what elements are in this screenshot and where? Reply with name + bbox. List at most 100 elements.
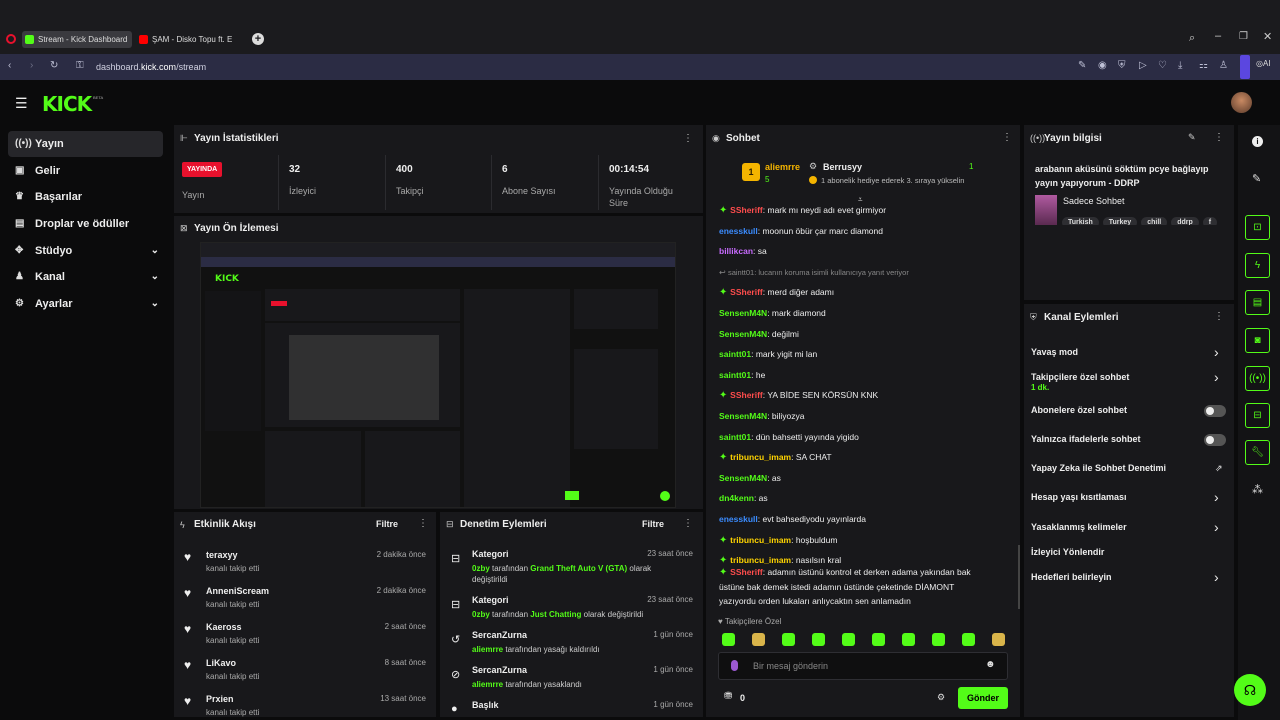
tab-youtube[interactable]: ŞAM - Disko Topu ft. E — [136, 31, 248, 48]
emote-icon[interactable] — [752, 633, 765, 646]
mic-icon[interactable] — [731, 660, 738, 671]
chat-username[interactable]: SSheriff — [730, 205, 763, 215]
pencil-icon[interactable]: ✎ — [1252, 172, 1261, 185]
sidebar-item-kanal[interactable]: ♟ Kanal ⌄ — [8, 264, 163, 290]
moderator-name[interactable]: aliemrre — [472, 680, 503, 689]
moderation-item[interactable]: ● Başlık 1 gün önce — [440, 699, 703, 717]
chat-message[interactable]: ✦ tribuncu_imam: hoşbuldum — [719, 535, 1014, 549]
rail-wrench-icon[interactable]: 🔧︎ — [1245, 440, 1270, 465]
sidebar-item-ayarlar[interactable]: ⚙ Ayarlar ⌄ — [8, 291, 163, 317]
emote-icon[interactable] — [842, 633, 855, 646]
minimize-icon[interactable]: – — [1215, 30, 1221, 42]
play-icon[interactable]: ▷ — [1139, 58, 1147, 74]
stream-tag[interactable]: Turkey — [1102, 217, 1138, 225]
chat-message[interactable]: SensenM4N: as — [719, 473, 1014, 487]
chat-message[interactable]: ✦ SSheriff: adamın üstünü kontrol et der… — [719, 565, 1014, 608]
opera-icon[interactable] — [6, 34, 16, 44]
chat-settings-icon[interactable]: ⚙ — [937, 692, 945, 703]
channel-action-item[interactable]: Yavaş mod › — [1024, 344, 1234, 371]
chat-username[interactable]: billikcan — [719, 246, 753, 256]
moderator-name[interactable]: 0zby — [472, 610, 490, 619]
chat-message[interactable]: saintt01: mark yigit mi lan — [719, 349, 1014, 363]
rail-apps-icon[interactable]: ⁂ — [1252, 483, 1263, 496]
stats-menu-icon[interactable]: ⋮ — [683, 133, 693, 144]
back-icon[interactable]: ‹ — [8, 58, 11, 74]
channel-action-item[interactable]: Abonelere özel sohbet — [1024, 405, 1234, 429]
chat-message[interactable]: ✦ SSheriff: YA BİDE SEN KÖRSÜN KNK — [719, 390, 1014, 404]
stream-tag[interactable]: Turkish — [1062, 217, 1099, 225]
extensions-icon[interactable]: ⚏ — [1199, 58, 1208, 74]
moderation-item[interactable]: ↺ SercanZurna 1 gün önce aliemrre tarafında… — [440, 629, 703, 665]
chat-message[interactable]: ✦ SSheriff: mark mı neydi adı evet girmi… — [719, 205, 1014, 219]
chat-username[interactable]: SSheriff — [730, 287, 763, 297]
chat-username[interactable]: SensenM4N — [719, 473, 767, 483]
chat-message[interactable]: ↩ saintt01: lucanın koruma isimli kullan… — [719, 267, 1014, 281]
edit-info-icon[interactable]: ✎ — [1188, 132, 1196, 143]
search-tabs-icon[interactable]: ⌕ — [1189, 32, 1195, 45]
shield-icon[interactable]: ⛨ — [1118, 58, 1126, 74]
chat-username[interactable]: SSheriff — [730, 390, 763, 400]
rail-broadcast-icon[interactable]: ((•)) — [1245, 366, 1270, 391]
sidebar-item-basarilar[interactable]: ♛ Başarılar — [8, 184, 163, 210]
download-icon[interactable]: ⤓ — [1178, 58, 1182, 74]
chat-message[interactable]: saintt01: he — [719, 370, 1014, 384]
chat-username[interactable]: saintt01 — [719, 349, 751, 359]
rail-document-icon[interactable]: ▤ — [1245, 290, 1270, 315]
reload-icon[interactable]: ↻ — [50, 58, 58, 74]
chat-username[interactable]: SSheriff — [730, 567, 763, 577]
rail-chat-icon[interactable]: ◙ — [1245, 328, 1270, 353]
send-button[interactable]: Gönder — [958, 687, 1008, 709]
channel-action-item[interactable]: İzleyici Yönlendir — [1024, 547, 1234, 571]
sidebar-item-droplar[interactable]: ▤ Droplar ve ödüller — [8, 211, 163, 237]
chat-username[interactable]: saintt01 — [719, 370, 751, 380]
emote-icon[interactable] — [962, 633, 975, 646]
chat-username[interactable]: SensenM4N — [719, 308, 767, 318]
info-menu-icon[interactable]: ⋮ — [1214, 132, 1224, 143]
chat-username[interactable]: enesskull — [719, 226, 758, 236]
top-gifter-name[interactable]: aliemrre — [765, 162, 800, 172]
chat-username[interactable]: tribuncu_imam — [730, 452, 791, 462]
chat-username[interactable]: SensenM4N — [719, 411, 767, 421]
moderator-name[interactable]: 0zby — [472, 564, 490, 573]
emote-icon[interactable] — [992, 633, 1005, 646]
user-avatar[interactable] — [1231, 92, 1252, 113]
moderation-item[interactable]: ⊘ SercanZurna 1 gün önce aliemrre tarafında… — [440, 664, 703, 700]
stream-preview-video[interactable]: KICK — [200, 242, 676, 508]
forward-icon[interactable]: › — [30, 58, 33, 74]
emoji-picker-icon[interactable]: ☻ — [985, 659, 996, 670]
sidebar-item-yayin[interactable]: ((•)) Yayın — [8, 131, 163, 157]
actions-menu-icon[interactable]: ⋮ — [1214, 311, 1224, 322]
help-button[interactable]: ☊ — [1234, 674, 1266, 706]
activity-filter-button[interactable]: Filtre — [376, 519, 398, 529]
rail-bolt-icon[interactable]: ϟ — [1245, 253, 1270, 278]
chat-message[interactable]: ✦ tribuncu_imam: SA CHAT — [719, 452, 1014, 466]
stream-tag[interactable]: f — [1202, 217, 1218, 225]
stream-tag[interactable]: ddrp — [1171, 217, 1199, 225]
emote-icon[interactable] — [782, 633, 795, 646]
maximize-icon[interactable]: ❐ — [1239, 31, 1248, 42]
list-item[interactable]: ♥ LiKavo kanalı takip etti 8 saat önce — [174, 656, 436, 690]
ai-button[interactable]: ◎AI — [1256, 59, 1271, 68]
channel-action-item[interactable]: Hesap yaşı kısıtlaması › — [1024, 489, 1234, 516]
channel-action-item[interactable]: Yasaklanmış kelimeler › — [1024, 519, 1234, 546]
list-item[interactable]: ♥ AnneniScream kanalı takip etti 2 dakika ö… — [174, 584, 436, 618]
moderator-name[interactable]: aliemrre — [472, 645, 503, 654]
channel-action-item[interactable]: Yapay Zeka ile Sohbet Denetimi ⇗ — [1024, 463, 1234, 487]
profile-icon[interactable]: ♙ — [1219, 58, 1228, 74]
info-icon[interactable]: i — [1252, 136, 1263, 147]
rail-preview-icon[interactable]: ⊡ — [1245, 215, 1270, 240]
activity-menu-icon[interactable]: ⋮ — [418, 518, 428, 529]
emote-icon[interactable] — [872, 633, 885, 646]
emote-icon[interactable] — [902, 633, 915, 646]
chat-message[interactable]: billikcan: sa — [719, 246, 1014, 260]
chat-input[interactable]: Bir mesaj gönderin ☻ — [718, 652, 1008, 680]
camera-icon[interactable]: ◉ — [1098, 58, 1107, 74]
emote-icon[interactable] — [722, 633, 735, 646]
tab-kick-dashboard[interactable]: Stream - Kick Dashboard — [22, 31, 132, 48]
sidebar-item-gelir[interactable]: ▣ Gelir — [8, 158, 163, 184]
heart-icon[interactable]: ♡ — [1158, 58, 1167, 74]
chat-username[interactable]: dn4kenn — [719, 493, 754, 503]
action-toggle[interactable] — [1204, 434, 1226, 446]
emote-icon[interactable] — [812, 633, 825, 646]
channel-action-item[interactable]: Takipçilere özel sohbet 1 dk. › — [1024, 369, 1234, 396]
